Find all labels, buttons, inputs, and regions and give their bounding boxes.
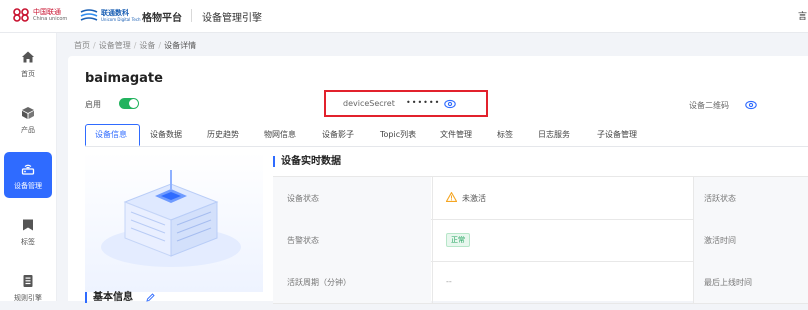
active-cycle-value: --	[446, 277, 452, 286]
tab-device-shadow[interactable]: 设备影子	[322, 129, 354, 140]
module-name: 设备管理引擎	[202, 13, 262, 24]
device-name: baimagate	[85, 71, 163, 86]
platform-name[interactable]: 格物平台	[142, 9, 182, 24]
table-value-cell: --	[432, 261, 693, 303]
tab-network-info[interactable]: 物网信息	[264, 129, 296, 140]
tab-tags[interactable]: 标签	[497, 129, 513, 140]
table-key-cell: 告警状态	[273, 219, 431, 261]
active-cycle-label: 活跃周期（分钟）	[287, 278, 351, 287]
table-row: 活跃周期（分钟） -- 最后上线时间	[273, 261, 808, 304]
tag-icon	[23, 219, 33, 231]
realtime-data-table: 设备状态 未激活 活跃状态 告警状态 正常 激活时间 活跃周期（分钟） -- 最…	[273, 176, 808, 304]
breadcrumb: 首页 / 设备管理 / 设备 / 设备详情	[74, 41, 197, 50]
header-divider	[191, 9, 192, 22]
sidebar-item-label: 首页	[21, 70, 35, 78]
home-icon	[22, 51, 34, 63]
last-online-time-label: 最后上线时间	[704, 278, 752, 287]
activation-time-label: 激活时间	[704, 236, 736, 245]
breadcrumb-device[interactable]: 设备	[139, 41, 155, 50]
table-row: 告警状态 正常 激活时间	[273, 219, 808, 262]
tab-log-service[interactable]: 日志服务	[538, 129, 570, 140]
sidebar: 首页 产品 设备管理 标签 规则引擎	[0, 33, 57, 302]
top-header: 中国联通 China unicom 联通数科 Unicom Digital Te…	[0, 0, 808, 33]
enable-toggle[interactable]	[119, 98, 139, 109]
device-server-illustration	[85, 152, 263, 292]
table-value-cell: 未激活	[432, 177, 693, 219]
brand2-cn: 联通数科	[101, 8, 129, 17]
device-qrcode-label: 设备二维码	[689, 101, 729, 110]
alarm-status-label: 告警状态	[287, 236, 319, 245]
table-key-cell: 设备状态	[273, 177, 431, 219]
sidebar-item-tag[interactable]: 标签	[4, 208, 52, 254]
breadcrumb-device-management[interactable]: 设备管理	[99, 41, 131, 50]
toggle-knob	[129, 99, 138, 108]
table-key-cell: 激活时间	[693, 219, 808, 261]
realtime-data-title: 设备实时数据	[273, 156, 341, 167]
tab-topic-list[interactable]: Topic列表	[380, 129, 416, 140]
tab-device-info[interactable]: 设备信息	[95, 129, 127, 140]
tab-device-data[interactable]: 设备数据	[150, 129, 182, 140]
active-status-label: 活跃状态	[704, 194, 736, 203]
unicom-digital-mark-icon	[80, 9, 98, 21]
device-illustration-panel	[85, 152, 263, 301]
table-key-cell: 活跃周期（分钟）	[273, 261, 431, 303]
device-secret-label: deviceSecret	[343, 99, 395, 108]
table-value-cell: 正常	[432, 219, 693, 261]
china-unicom-logo[interactable]: 中国联通 China unicom	[12, 8, 67, 22]
warning-icon	[446, 192, 457, 202]
sidebar-item-label: 产品	[21, 126, 35, 134]
unicom-knot-icon	[13, 8, 29, 22]
alarm-status-badge: 正常	[446, 233, 470, 247]
breadcrumb-home[interactable]: 首页	[74, 41, 90, 50]
sidebar-item-rule-engine[interactable]: 规则引擎	[4, 264, 52, 310]
brand1-en: China unicom	[33, 16, 68, 22]
table-row: 设备状态 未激活 活跃状态	[273, 177, 808, 220]
sidebar-item-home[interactable]: 首页	[4, 40, 52, 86]
document-icon	[23, 275, 33, 287]
table-key-cell: 最后上线时间	[693, 261, 808, 303]
sidebar-item-label: 标签	[21, 238, 35, 246]
breadcrumb-current: 设备详情	[164, 41, 197, 50]
device-status-value: 未激活	[462, 194, 486, 203]
brand2-en: Unicom Digital Tech	[101, 16, 141, 22]
show-secret-eye-icon[interactable]	[444, 99, 456, 109]
user-name[interactable]: 言	[798, 9, 808, 22]
tab-history-trend[interactable]: 历史趋势	[207, 129, 239, 140]
router-icon	[21, 164, 35, 175]
table-key-cell: 活跃状态	[693, 177, 808, 219]
brand1-cn: 中国联通	[33, 8, 61, 16]
device-status-label: 设备状态	[287, 194, 319, 203]
show-qrcode-eye-icon[interactable]	[745, 100, 757, 110]
sidebar-item-device-management[interactable]: 设备管理	[4, 152, 52, 198]
cube-icon	[22, 107, 34, 119]
basic-info-title: 基本信息	[85, 292, 133, 303]
sidebar-item-product[interactable]: 产品	[4, 96, 52, 142]
device-secret-value: ••••••	[406, 98, 441, 107]
tab-file-management[interactable]: 文件管理	[440, 129, 472, 140]
sidebar-item-label: 规则引擎	[14, 294, 42, 302]
sidebar-item-label: 设备管理	[14, 182, 42, 190]
unicom-digital-logo[interactable]: 联通数科 Unicom Digital Tech	[80, 8, 141, 22]
tab-sub-device-management[interactable]: 子设备管理	[597, 129, 637, 140]
enabled-label: 启用	[85, 100, 101, 109]
